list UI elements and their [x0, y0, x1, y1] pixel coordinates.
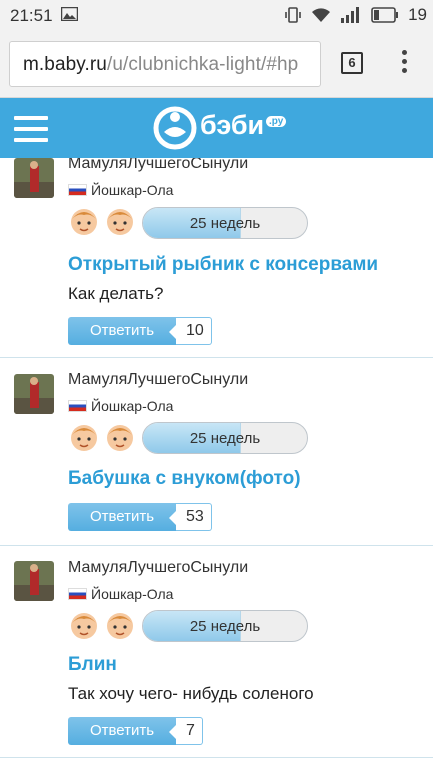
- city-label: Йошкар-Ола: [91, 398, 174, 414]
- pregnancy-weeks: 25 недель: [189, 618, 261, 635]
- signal-icon: [341, 7, 360, 23]
- logo-mark-icon: [153, 106, 197, 150]
- post-city: Йошкар-Ола: [68, 182, 173, 198]
- logo-text: бэби: [200, 110, 265, 140]
- post-city: Йошкар-Ола: [68, 398, 173, 414]
- children-icons: [68, 420, 136, 454]
- url-host: m.baby.ru: [23, 54, 107, 75]
- image-icon: [61, 7, 78, 21]
- reply-group: Ответить 10: [68, 317, 212, 345]
- site-logo[interactable]: бэби .ру: [152, 106, 288, 150]
- pregnancy-progress: 25 недель: [142, 422, 308, 454]
- reply-count[interactable]: 7: [169, 717, 203, 745]
- pregnancy-weeks: 25 недель: [189, 215, 261, 232]
- russia-flag-icon: [68, 588, 87, 600]
- url-bar[interactable]: m.baby.ru/u/clubnichka-light/#hp: [9, 41, 321, 87]
- city-label: Йошкар-Ола: [91, 182, 174, 198]
- post-card: МамуляЛучшегоСынули Йошкар-Ола 25 недель…: [0, 158, 433, 358]
- reply-button[interactable]: Ответить: [68, 503, 176, 531]
- vibrate-icon: [285, 7, 301, 23]
- boy-icon: [107, 425, 133, 451]
- pregnancy-progress: 25 недель: [142, 207, 308, 239]
- pregnancy-progress: 25 недель: [142, 610, 308, 642]
- post-card: МамуляЛучшегоСынули Йошкар-Ола 25 недель…: [0, 358, 433, 546]
- post-author[interactable]: МамуляЛучшегоСынули: [68, 371, 248, 389]
- url-text: m.baby.ru/u/clubnichka-light/#hp: [23, 54, 298, 76]
- boy-icon: [107, 209, 133, 235]
- browser-toolbar: m.baby.ru/u/clubnichka-light/#hp 6: [0, 30, 433, 98]
- post-feed: МамуляЛучшегоСынули Йошкар-Ола 25 недель…: [0, 158, 433, 770]
- status-bar: 21:51 19: [0, 0, 433, 30]
- reply-button[interactable]: Ответить: [68, 717, 176, 745]
- status-time: 21:51: [10, 6, 53, 25]
- battery-level: 19: [408, 5, 427, 24]
- boy-icon: [71, 613, 97, 639]
- post-city: Йошкар-Ола: [68, 586, 173, 602]
- avatar[interactable]: [14, 561, 54, 601]
- post-title[interactable]: Бабушка с внуком(фото): [68, 468, 301, 490]
- children-icons: [68, 608, 136, 642]
- pregnancy-weeks: 25 недель: [189, 430, 261, 447]
- post-author[interactable]: МамуляЛучшегоСынули: [68, 559, 248, 577]
- reply-count[interactable]: 53: [169, 503, 212, 531]
- reply-button[interactable]: Ответить: [68, 317, 176, 345]
- boy-icon: [71, 425, 97, 451]
- site-header: бэби .ру: [0, 98, 433, 158]
- post-body: Как делать?: [68, 284, 164, 303]
- city-label: Йошкар-Ола: [91, 586, 174, 602]
- reply-group: Ответить 7: [68, 717, 203, 745]
- avatar[interactable]: [14, 158, 54, 198]
- post-card: МамуляЛучшегоСынули Йошкар-Ола 25 недель…: [0, 546, 433, 758]
- post-title[interactable]: Открытый рыбник с консервами: [68, 254, 378, 276]
- more-vert-icon[interactable]: [395, 50, 413, 78]
- wifi-icon: [312, 8, 331, 22]
- post-body: Так хочу чего- нибудь соленого: [68, 684, 314, 703]
- boy-icon: [107, 613, 133, 639]
- url-path: /u/clubnichka-light/#hp: [106, 54, 299, 75]
- avatar[interactable]: [14, 374, 54, 414]
- reply-count[interactable]: 10: [169, 317, 212, 345]
- battery-icon: [371, 7, 399, 23]
- reply-group: Ответить 53: [68, 503, 212, 531]
- hamburger-icon[interactable]: [14, 116, 48, 142]
- boy-icon: [71, 209, 97, 235]
- tab-switcher-button[interactable]: 6: [341, 52, 363, 74]
- children-icons: [68, 204, 136, 238]
- russia-flag-icon: [68, 184, 87, 196]
- post-author[interactable]: МамуляЛучшегоСынули: [68, 158, 248, 173]
- logo-suffix: .ру: [266, 116, 287, 127]
- russia-flag-icon: [68, 400, 87, 412]
- post-title[interactable]: Блин: [68, 654, 117, 676]
